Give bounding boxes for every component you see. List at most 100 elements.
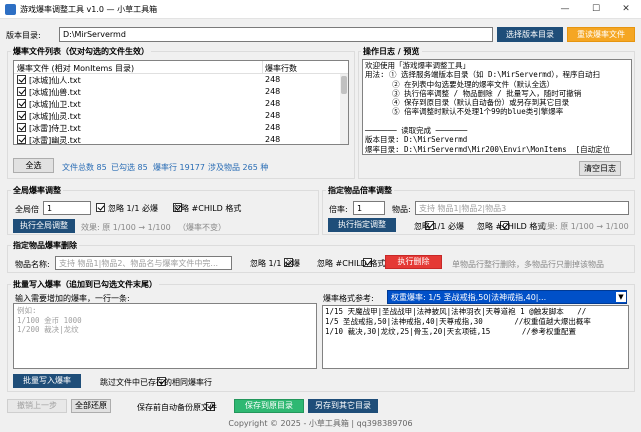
- log-line: 爆率目录: D:\MirServermd\Mir200\Envir\MonIte…: [365, 144, 611, 154]
- items-stat: 涉及物品 265 种: [208, 163, 269, 172]
- reference-line: 1/5 圣战戒指,50|法神戒指,40|天尊戒指,30 //权重值越大爆出概率: [325, 317, 591, 326]
- row-checkbox[interactable]: [17, 123, 26, 132]
- table-header: 爆率文件 (相对 MonItems 目录) 爆率行数: [14, 61, 348, 74]
- global-ignore-1-1-label: 忽略 1/1 必爆: [108, 204, 158, 213]
- scrollbar[interactable]: [340, 74, 348, 144]
- save-as-button[interactable]: 另存到其它目录: [308, 399, 378, 413]
- footer: Copyright © 2025 - 小草工具箱 | qq398389706: [228, 419, 413, 428]
- total-files-stat: 文件总数 85: [62, 163, 107, 172]
- maximize-icon[interactable]: ☐: [581, 0, 611, 19]
- file-list-table: 爆率文件 (相对 MonItems 目录) 爆率行数 [冰城]仙人.txt 248…: [13, 60, 349, 145]
- global-title: 全局爆率调整: [11, 185, 63, 196]
- table-row[interactable]: [冰城]仙人.txt 248: [14, 74, 340, 86]
- log-line: ② 在列表中勾选要处理的爆率文件（默认全选）: [365, 79, 555, 89]
- save-button[interactable]: 保存到原目录: [234, 399, 304, 413]
- close-icon[interactable]: ✕: [611, 0, 641, 19]
- log-lines: 欢迎使用「游戏爆率调整工具」 用法: ① 选择服务端版本目录（如 D:\MirSe…: [365, 61, 610, 154]
- column-divider: [262, 61, 263, 74]
- item-ignore-child-label: 忽略 #CHILD 格式: [477, 222, 546, 231]
- global-ignore-1-1-checkbox[interactable]: [96, 203, 105, 212]
- skip-existing-label: 跳过文件中已存在的相同爆率行: [100, 378, 212, 387]
- col-file-header[interactable]: 爆率文件 (相对 MonItems 目录): [17, 63, 134, 74]
- row-checkbox[interactable]: [17, 75, 26, 84]
- global-effect-note: （爆率不变）: [178, 223, 226, 232]
- delete-title: 指定物品爆率删除: [11, 240, 79, 251]
- format-selected-value: 权重爆率: 1/5 圣战戒指,50|法神戒指,40|...: [391, 293, 547, 302]
- global-run-button[interactable]: 执行全局调整: [13, 219, 75, 233]
- row-checkbox[interactable]: [17, 87, 26, 96]
- row-count: 248: [265, 111, 281, 120]
- row-count: 248: [265, 123, 281, 132]
- row-file-name: [冰城]仙人.txt: [29, 76, 81, 85]
- row-checkbox[interactable]: [17, 111, 26, 120]
- item-effect: 效果: 原 1/100 → 1/100: [539, 222, 629, 231]
- reference-line: 1/15 天魔战甲|圣战战甲|法神披风|法神羽衣|天尊道袍 1 @触发脚本 //: [325, 307, 587, 316]
- row-file-name: [冰雷]幽灵.txt: [29, 136, 81, 145]
- row-count: 248: [265, 75, 281, 84]
- batch-run-button[interactable]: 批量写入爆率: [13, 374, 81, 388]
- item-rate-input[interactable]: 1: [353, 201, 385, 215]
- restore-all-button[interactable]: 全部还原: [71, 399, 111, 413]
- row-count: 248: [265, 87, 281, 96]
- clear-log-button[interactable]: 清空日志: [579, 161, 621, 176]
- global-rate-label: 全局倍: [15, 205, 39, 214]
- batch-title: 批量写入爆率（追加到已勾选文件末尾）: [11, 279, 159, 290]
- reference-line: 1/10 裁决,30|龙纹,25|骨玉,20|天玄项链,15 //参考权重配置: [325, 327, 576, 336]
- table-row[interactable]: [冰雷]侍卫.txt 248: [14, 122, 340, 134]
- log-line: 版本目录: D:\MirServermd: [365, 135, 468, 145]
- file-list-title: 爆率文件列表（仅对勾选的文件生效）: [11, 46, 151, 57]
- app-icon: [5, 4, 16, 15]
- row-file-name: [冰雷]侍卫.txt: [29, 124, 81, 133]
- chevron-down-icon[interactable]: ▼: [616, 292, 626, 302]
- minimize-icon[interactable]: —: [550, 0, 580, 19]
- reference-lines: 1/15 天魔战甲|圣战战甲|法神披风|法神羽衣|天尊道袍 1 @触发脚本 //…: [325, 307, 591, 337]
- row-file-name: [冰城]仙卫.txt: [29, 100, 81, 109]
- delete-item-label: 物品名称:: [15, 260, 50, 269]
- item-name-label: 物品:: [392, 205, 411, 214]
- table-row[interactable]: [冰城]仙卫.txt 248: [14, 98, 340, 110]
- batch-input[interactable]: 例如: 1/100 金币 1000 1/200 裁决|龙纹: [13, 303, 317, 369]
- log-line: ③ 执行倍率调整 / 物品删除 / 批量写入，随时可撤销: [365, 88, 582, 98]
- select-all-button[interactable]: 全选: [13, 158, 54, 173]
- item-rate-item-input[interactable]: 支持 物品1|物品2|物品3: [415, 201, 629, 215]
- drop-rows-stat: 爆率行 19177: [153, 163, 205, 172]
- reload-button[interactable]: 重读爆率文件: [567, 27, 635, 42]
- log-line: ─────── 读取完成 ───────: [365, 126, 468, 136]
- row-file-name: [冰城]仙兽.txt: [29, 88, 81, 97]
- format-reference-box: 1/15 天魔战甲|圣战战甲|法神披风|法神羽衣|天尊道袍 1 @触发脚本 //…: [322, 305, 629, 369]
- log-line: ⑤ 倍率调整时默认不处理1个99的blue类引擎爆率: [365, 107, 564, 117]
- log-title: 操作日志 / 预览: [361, 46, 422, 57]
- row-checkbox[interactable]: [17, 135, 26, 144]
- row-checkbox[interactable]: [17, 99, 26, 108]
- delete-note: 单物品行整行删除，多物品行只删掉该物品: [452, 260, 604, 269]
- item-rate-run-button[interactable]: 执行指定调整: [328, 218, 396, 232]
- global-rate-input[interactable]: 1: [43, 201, 91, 215]
- item-rate-label: 倍率:: [329, 205, 348, 214]
- delete-ignore-1-1-label: 忽略 1/1 必爆: [250, 259, 300, 268]
- global-effect: 效果: 原 1/100 → 1/100: [81, 223, 171, 232]
- format-label: 爆率格式参考:: [323, 294, 374, 303]
- delete-run-button[interactable]: 执行删除: [385, 255, 442, 269]
- table-row[interactable]: [冰城]仙兽.txt 248: [14, 86, 340, 98]
- version-dir-label: 版本目录:: [6, 31, 41, 40]
- log-line: 欢迎使用「游戏爆率调整工具」: [365, 61, 470, 70]
- version-dir-input[interactable]: D:\MirServermd: [59, 27, 493, 42]
- row-file-name: [冰城]仙灵.txt: [29, 112, 81, 121]
- row-count: 248: [265, 99, 281, 108]
- item-rate-title: 指定物品倍率调整: [326, 185, 394, 196]
- col-rows-header[interactable]: 爆率行数: [265, 63, 297, 74]
- table-row[interactable]: [冰城]仙灵.txt 248: [14, 110, 340, 122]
- undo-button[interactable]: 撤销上一步: [7, 399, 67, 413]
- select-dir-button[interactable]: 选择版本目录: [497, 27, 563, 42]
- row-count: 248: [265, 135, 281, 144]
- delete-item-input[interactable]: 支持 物品1|物品2、物品名与爆率文件中完...: [55, 256, 232, 270]
- batch-placeholder: 例如: 1/100 金币 1000 1/200 裁决|龙纹: [17, 306, 82, 335]
- global-ignore-child-label: 忽略 #CHILD 格式: [173, 204, 242, 213]
- auto-backup-label: 保存前自动备份原文件: [137, 403, 217, 412]
- title-bar: 游戏爆率调整工具 v1.0 — 小草工具箱 — ☐ ✕: [0, 0, 641, 19]
- selected-stat: 已勾选 85: [111, 163, 148, 172]
- log-textarea[interactable]: 欢迎使用「游戏爆率调整工具」 用法: ① 选择服务端版本目录（如 D:\MirSe…: [362, 59, 632, 155]
- scrollbar-thumb[interactable]: [341, 76, 347, 94]
- table-row[interactable]: [冰雷]幽灵.txt 248: [14, 134, 340, 146]
- format-select[interactable]: 权重爆率: 1/5 圣战戒指,50|法神戒指,40|... ▼: [387, 290, 627, 304]
